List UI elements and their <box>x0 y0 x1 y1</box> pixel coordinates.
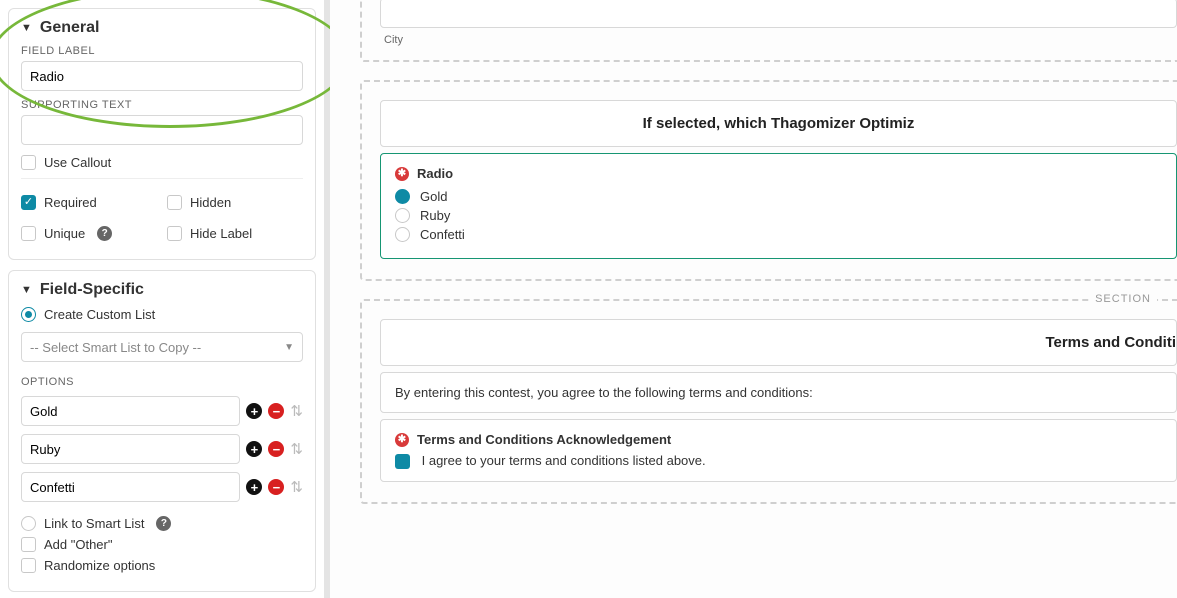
radio-empty-icon <box>395 208 410 223</box>
option-row: + − ⇅ <box>21 434 303 464</box>
hidden-checkbox[interactable]: Hidden <box>167 195 303 210</box>
hide-label-checkbox[interactable]: Hide Label <box>167 226 303 241</box>
randomize-checkbox[interactable]: Randomize options <box>21 558 303 573</box>
supporting-text-header: SUPPORTING TEXT <box>21 99 303 111</box>
terms-ack-text: I agree to your terms and conditions lis… <box>422 453 706 468</box>
smart-list-placeholder: -- Select Smart List to Copy -- <box>30 340 201 355</box>
general-panel: ▼ General FIELD LABEL SUPPORTING TEXT Us… <box>8 8 316 260</box>
required-checkbox[interactable]: ✓ Required <box>21 195 157 210</box>
option-row: + − ⇅ <box>21 472 303 502</box>
remove-option-icon[interactable]: − <box>268 479 284 495</box>
add-other-checkbox[interactable]: Add "Other" <box>21 537 303 552</box>
supporting-text-input[interactable] <box>21 115 303 145</box>
chevron-down-icon: ▼ <box>21 22 32 34</box>
option-input[interactable] <box>21 472 240 502</box>
radio-off-icon <box>21 516 36 531</box>
use-callout-label: Use Callout <box>44 155 111 170</box>
field-specific-title: Field-Specific <box>40 281 144 299</box>
preview-radio-label: Confetti <box>420 227 465 242</box>
field-specific-panel: ▼ Field-Specific Create Custom List -- S… <box>8 270 316 592</box>
terms-intro-card[interactable]: By entering this contest, you agree to t… <box>380 372 1177 413</box>
city-input-preview[interactable] <box>380 0 1177 28</box>
checkbox-filled-icon <box>395 454 410 469</box>
preview-radio-label: Ruby <box>420 208 450 223</box>
randomize-label: Randomize options <box>44 558 155 573</box>
remove-option-icon[interactable]: − <box>268 441 284 457</box>
option-input[interactable] <box>21 396 240 426</box>
terms-intro-text: By entering this contest, you agree to t… <box>395 385 813 400</box>
help-icon[interactable]: ? <box>156 516 171 531</box>
checkbox-checked-icon: ✓ <box>21 195 36 210</box>
smart-list-select[interactable]: -- Select Smart List to Copy -- ▼ <box>21 332 303 362</box>
required-icon: ✱ <box>395 167 409 181</box>
drag-handle-icon[interactable]: ⇅ <box>290 478 303 496</box>
option-input[interactable] <box>21 434 240 464</box>
use-callout-checkbox[interactable]: Use Callout <box>21 155 303 170</box>
checkbox-icon <box>21 537 36 552</box>
options-header: OPTIONS <box>21 376 303 388</box>
general-panel-header[interactable]: ▼ General <box>21 19 303 37</box>
preview-radio-label: Gold <box>420 189 447 204</box>
checkbox-icon <box>21 558 36 573</box>
add-option-icon[interactable]: + <box>246 441 262 457</box>
terms-title-text: Terms and Conditi <box>1045 334 1176 351</box>
chevron-down-icon: ▼ <box>284 342 294 353</box>
hide-label-label: Hide Label <box>190 226 252 241</box>
preview-section: SECTION Terms and Conditi By entering th… <box>360 299 1177 504</box>
city-below-label: City <box>384 34 1177 46</box>
add-other-label: Add "Other" <box>44 537 113 552</box>
create-custom-list-radio[interactable]: Create Custom List <box>21 307 303 322</box>
unique-label: Unique <box>44 226 85 241</box>
form-preview: City If selected, which Thagomizer Optim… <box>330 0 1177 598</box>
field-label-input[interactable] <box>21 61 303 91</box>
preview-section: If selected, which Thagomizer Optimiz ✱ … <box>360 80 1177 281</box>
general-title: General <box>40 19 100 37</box>
option-row: + − ⇅ <box>21 396 303 426</box>
unique-checkbox[interactable]: Unique ? <box>21 226 157 241</box>
radio-field-title: Radio <box>417 166 453 181</box>
radio-filled-icon <box>395 189 410 204</box>
help-icon[interactable]: ? <box>97 226 112 241</box>
required-icon: ✱ <box>395 433 409 447</box>
add-option-icon[interactable]: + <box>246 403 262 419</box>
link-smart-list-label: Link to Smart List <box>44 516 144 531</box>
drag-handle-icon[interactable]: ⇅ <box>290 440 303 458</box>
radio-field-preview[interactable]: ✱ Radio Gold Ruby Confetti <box>380 153 1177 259</box>
preview-radio-option[interactable]: Gold <box>395 189 1162 204</box>
preview-radio-option[interactable]: Ruby <box>395 208 1162 223</box>
section-tag: SECTION <box>1089 293 1157 305</box>
hidden-label: Hidden <box>190 195 231 210</box>
link-smart-list-radio[interactable]: Link to Smart List ? <box>21 516 303 531</box>
properties-sidebar: ▼ General FIELD LABEL SUPPORTING TEXT Us… <box>0 0 330 598</box>
terms-title-card[interactable]: Terms and Conditi <box>380 319 1177 366</box>
checkbox-icon <box>21 226 36 241</box>
checkbox-icon <box>21 155 36 170</box>
preview-section: City <box>360 0 1177 62</box>
preview-radio-option[interactable]: Confetti <box>395 227 1162 242</box>
checkbox-icon <box>167 226 182 241</box>
field-specific-panel-header[interactable]: ▼ Field-Specific <box>21 281 303 299</box>
drag-handle-icon[interactable]: ⇅ <box>290 402 303 420</box>
section-title-text: If selected, which Thagomizer Optimiz <box>643 115 915 132</box>
terms-ack-row[interactable]: I agree to your terms and conditions lis… <box>395 453 1162 469</box>
add-option-icon[interactable]: + <box>246 479 262 495</box>
create-custom-list-label: Create Custom List <box>44 307 155 322</box>
terms-ack-title: Terms and Conditions Acknowledgement <box>417 432 671 447</box>
terms-ack-card[interactable]: ✱ Terms and Conditions Acknowledgement I… <box>380 419 1177 482</box>
chevron-down-icon: ▼ <box>21 284 32 296</box>
required-label: Required <box>44 195 97 210</box>
section-title-card[interactable]: If selected, which Thagomizer Optimiz <box>380 100 1177 147</box>
field-label-header: FIELD LABEL <box>21 45 303 57</box>
checkbox-icon <box>167 195 182 210</box>
radio-empty-icon <box>395 227 410 242</box>
radio-on-icon <box>21 307 36 322</box>
remove-option-icon[interactable]: − <box>268 403 284 419</box>
